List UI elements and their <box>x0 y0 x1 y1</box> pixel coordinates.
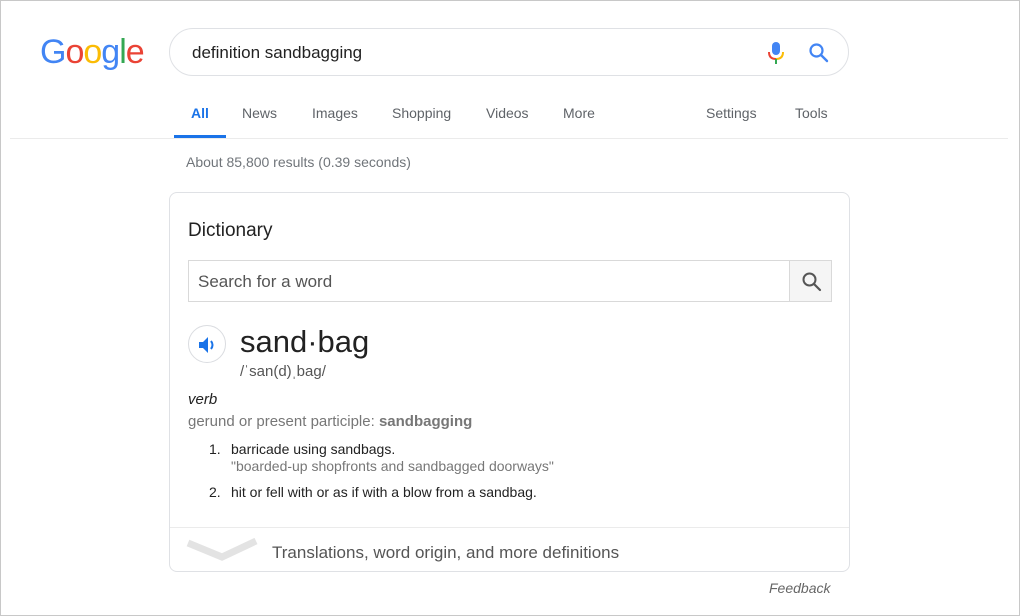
pronunciation-button[interactable] <box>188 325 226 363</box>
dictionary-search-input[interactable]: Search for a word <box>188 260 790 302</box>
logo-letter: G <box>40 33 66 71</box>
logo-letter: o <box>83 33 102 71</box>
definition-item: 1. barricade using sandbags. "boarded-up … <box>209 441 554 474</box>
search-icon <box>802 272 822 292</box>
google-logo[interactable]: Google <box>40 33 145 72</box>
gerund-value: sandbagging <box>378 413 473 430</box>
definition-text: hit or fell with or as if with a blow fr… <box>231 484 537 500</box>
speaker-icon <box>199 337 214 353</box>
search-box[interactable]: definition sandbagging <box>169 28 849 76</box>
tab-more[interactable]: More <box>563 105 595 121</box>
definition-number: 1. <box>209 441 221 457</box>
tab-all[interactable]: All <box>191 105 209 121</box>
tab-shopping[interactable]: Shopping <box>392 105 451 121</box>
definition-item: 2. hit or fell with or as if with a blow … <box>209 484 537 500</box>
search-input[interactable]: definition sandbagging <box>192 43 362 63</box>
tab-images[interactable]: Images <box>312 105 358 121</box>
gerund-line: gerund or present participle: sandbaggin… <box>188 413 472 430</box>
logo-letter: o <box>65 33 84 71</box>
tab-settings[interactable]: Settings <box>706 105 757 121</box>
tabs-divider <box>10 138 1008 139</box>
definition-number: 2. <box>209 484 221 500</box>
logo-letter: e <box>125 33 145 71</box>
result-stats: About 85,800 results (0.39 seconds) <box>186 154 411 170</box>
part-of-speech: verb <box>188 391 218 408</box>
dictionary-search-button[interactable] <box>789 260 832 302</box>
definition-example: "boarded-up shopfronts and sandbagged do… <box>231 458 554 474</box>
dictionary-card: Dictionary Search for a word sand·bag /ˈ… <box>169 192 850 572</box>
search-tabs: All News Images Shopping Videos More Set… <box>0 95 1020 139</box>
tab-videos[interactable]: Videos <box>486 105 529 121</box>
chevron-down-icon[interactable] <box>186 537 258 563</box>
more-definitions-link[interactable]: Translations, word origin, and more defi… <box>272 543 619 563</box>
headword: sand·bag <box>240 324 370 359</box>
search-icon[interactable] <box>808 42 830 64</box>
logo-letter: g <box>101 33 120 71</box>
microphone-icon[interactable] <box>767 41 785 65</box>
tab-tools[interactable]: Tools <box>795 105 828 121</box>
card-title: Dictionary <box>188 220 273 241</box>
feedback-link[interactable]: Feedback <box>769 580 830 596</box>
card-divider <box>170 527 849 528</box>
tab-news[interactable]: News <box>242 105 277 121</box>
definition-text: barricade using sandbags. <box>231 441 396 457</box>
phonetic: /ˈsan(d)ˌbag/ <box>240 363 326 380</box>
gerund-label: gerund or present participle: <box>188 413 379 430</box>
